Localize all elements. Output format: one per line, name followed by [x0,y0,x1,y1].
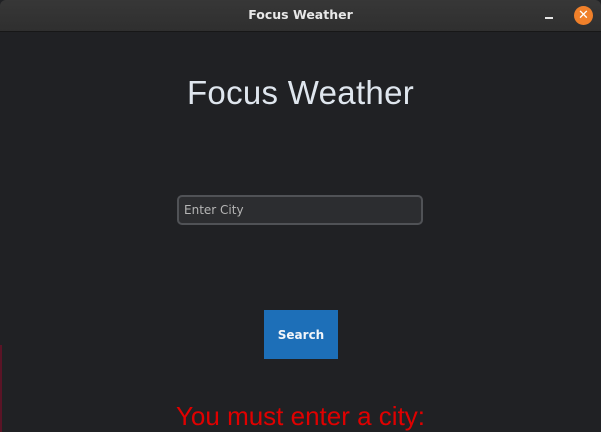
minimize-icon [545,17,553,19]
title-bar[interactable]: Focus Weather ✕ [0,0,601,32]
window-title: Focus Weather [248,7,353,22]
minimize-button[interactable] [541,8,557,22]
close-button[interactable]: ✕ [574,6,593,25]
close-icon: ✕ [578,8,589,23]
page-title: Focus Weather [186,74,415,111]
search-button[interactable]: Search [264,310,338,359]
app-window: Focus Weather ✕ Focus Weather Search You… [0,0,601,432]
error-message: You must enter a city: [175,401,426,431]
city-input[interactable] [177,195,423,225]
